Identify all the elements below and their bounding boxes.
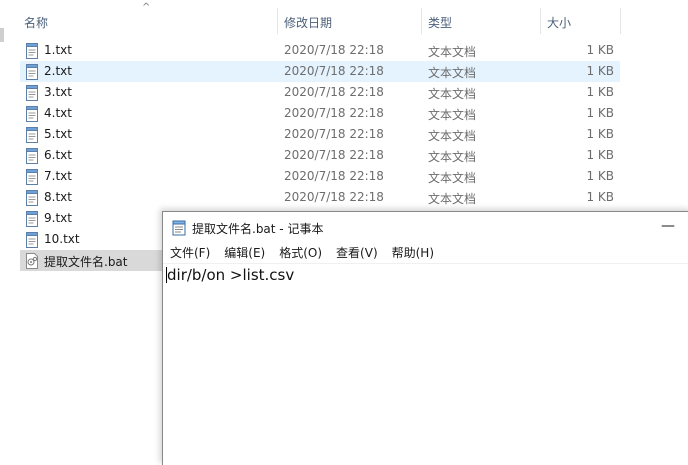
file-size: 1 KB — [586, 106, 614, 120]
file-type: 文本文档 — [428, 108, 477, 122]
column-header-type[interactable]: 类型 — [428, 8, 452, 36]
notepad-title: 提取文件名.bat - 记事本 — [192, 222, 324, 236]
column-divider[interactable] — [620, 8, 621, 34]
file-name: 6.txt — [44, 148, 72, 162]
file-name: 提取文件名.bat — [44, 255, 128, 269]
text-file-icon — [26, 43, 38, 59]
menubar-divider — [163, 263, 688, 264]
file-row[interactable]: 6.txt 2020/7/18 22:18 文本文档 1 KB — [20, 145, 620, 166]
file-name: 9.txt — [44, 211, 72, 225]
text-file-icon — [26, 85, 38, 101]
file-size: 1 KB — [586, 64, 614, 78]
file-row[interactable]: 1.txt 2020/7/18 22:18 文本文档 1 KB — [20, 40, 620, 61]
file-size: 1 KB — [586, 43, 614, 57]
file-modified-date: 2020/7/18 22:18 — [284, 85, 384, 99]
notepad-titlebar[interactable]: 提取文件名.bat - 记事本 — — [163, 212, 688, 242]
file-modified-date: 2020/7/18 22:18 — [284, 190, 384, 204]
menu-file[interactable]: 文件(F) — [163, 243, 217, 263]
file-name: 7.txt — [44, 169, 72, 183]
column-header-modified[interactable]: 修改日期 — [284, 8, 332, 36]
file-type: 文本文档 — [428, 171, 477, 185]
file-name: 3.txt — [44, 85, 72, 99]
batch-file-icon — [26, 253, 38, 269]
notepad-icon — [172, 220, 186, 236]
file-size: 1 KB — [586, 85, 614, 99]
notepad-menubar: 文件(F) 编辑(E) 格式(O) 查看(V) 帮助(H) — [163, 243, 688, 263]
file-modified-date: 2020/7/18 22:18 — [284, 148, 384, 162]
text-file-icon — [26, 232, 38, 248]
file-type: 文本文档 — [428, 150, 477, 164]
file-type: 文本文档 — [428, 66, 477, 80]
notepad-window[interactable]: 提取文件名.bat - 记事本 — 文件(F) 编辑(E) 格式(O) 查看(V… — [162, 211, 688, 465]
file-type: 文本文档 — [428, 87, 477, 101]
file-size: 1 KB — [586, 148, 614, 162]
menu-edit[interactable]: 编辑(E) — [217, 243, 272, 263]
text-file-icon — [26, 190, 38, 206]
text-file-icon — [26, 148, 38, 164]
column-divider[interactable] — [540, 8, 541, 34]
minimize-button[interactable]: — — [656, 218, 680, 236]
sort-ascending-icon: ^ — [142, 2, 151, 13]
file-modified-date: 2020/7/18 22:18 — [284, 106, 384, 120]
menu-help[interactable]: 帮助(H) — [385, 243, 441, 263]
file-modified-date: 2020/7/18 22:18 — [284, 169, 384, 183]
file-row[interactable]: 4.txt 2020/7/18 22:18 文本文档 1 KB — [20, 103, 620, 124]
file-name: 8.txt — [44, 190, 72, 204]
column-header-name[interactable]: 名称 — [24, 8, 48, 36]
file-size: 1 KB — [586, 190, 614, 204]
notepad-text-area[interactable]: dir/b/on >list.csv — [166, 266, 294, 284]
file-modified-date: 2020/7/18 22:18 — [284, 127, 384, 141]
text-file-icon — [26, 64, 38, 80]
text-file-icon — [26, 106, 38, 122]
column-divider[interactable] — [421, 8, 422, 34]
file-type: 文本文档 — [428, 192, 477, 206]
column-divider[interactable] — [277, 8, 278, 34]
file-name: 10.txt — [44, 232, 80, 246]
file-name: 2.txt — [44, 64, 72, 78]
file-row[interactable]: 3.txt 2020/7/18 22:18 文本文档 1 KB — [20, 82, 620, 103]
notepad-content: dir/b/on >list.csv — [167, 266, 295, 284]
menu-view[interactable]: 查看(V) — [329, 243, 385, 263]
text-file-icon — [26, 169, 38, 185]
file-row[interactable]: 提取文件名.bat — [20, 250, 168, 271]
file-name: 1.txt — [44, 43, 72, 57]
text-file-icon — [26, 127, 38, 143]
file-row[interactable]: 2.txt 2020/7/18 22:18 文本文档 1 KB — [20, 61, 620, 82]
menu-format[interactable]: 格式(O) — [272, 243, 329, 263]
file-name: 4.txt — [44, 106, 72, 120]
file-row[interactable]: 5.txt 2020/7/18 22:18 文本文档 1 KB — [20, 124, 620, 145]
file-type: 文本文档 — [428, 45, 477, 59]
file-row[interactable]: 7.txt 2020/7/18 22:18 文本文档 1 KB — [20, 166, 620, 187]
file-size: 1 KB — [586, 127, 614, 141]
column-header-size[interactable]: 大小 — [547, 8, 571, 36]
file-type: 文本文档 — [428, 129, 477, 143]
file-name: 5.txt — [44, 127, 72, 141]
scrollbar-thumb[interactable] — [0, 28, 4, 42]
file-size: 1 KB — [586, 169, 614, 183]
file-modified-date: 2020/7/18 22:18 — [284, 64, 384, 78]
file-modified-date: 2020/7/18 22:18 — [284, 43, 384, 57]
file-row[interactable]: 8.txt 2020/7/18 22:18 文本文档 1 KB — [20, 187, 620, 208]
text-file-icon — [26, 211, 38, 227]
